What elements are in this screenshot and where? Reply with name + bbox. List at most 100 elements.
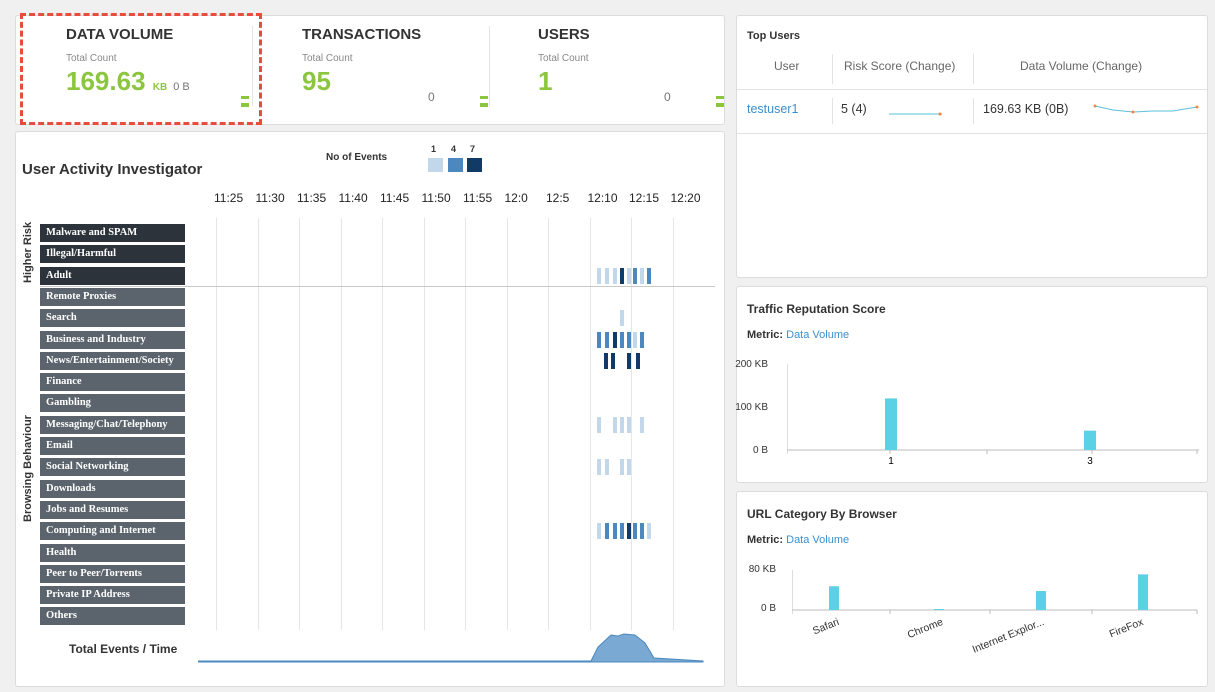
time-label: 11:35 — [297, 191, 327, 205]
category-label[interactable]: Search — [40, 309, 185, 328]
legend-value: 1 — [431, 144, 437, 154]
time-label: 11:55 — [463, 191, 493, 205]
category-label[interactable]: Adult — [40, 266, 185, 285]
risk-sparkline — [889, 112, 942, 116]
kpi-users[interactable]: USERS Total Count 1 0 — [538, 16, 728, 126]
kpi-change: 0 — [428, 90, 435, 104]
column-header-risk[interactable]: Risk Score (Change) — [844, 59, 955, 73]
category-label[interactable]: Email — [40, 437, 185, 455]
kpi-subtitle: Total Count — [538, 53, 589, 64]
metric-value[interactable]: Data Volume — [786, 534, 849, 546]
event-mark[interactable] — [633, 331, 637, 348]
event-mark[interactable] — [613, 416, 617, 433]
event-mark[interactable] — [597, 331, 601, 348]
event-mark[interactable] — [627, 416, 631, 433]
sparkline-icon — [716, 86, 724, 108]
event-mark[interactable] — [605, 331, 609, 348]
kpi-title: USERS — [538, 26, 590, 43]
event-mark[interactable] — [620, 523, 624, 540]
top-users-panel: Top Users User Risk Score (Change) Data … — [736, 15, 1208, 278]
event-mark[interactable] — [640, 523, 644, 540]
event-mark[interactable] — [640, 416, 644, 433]
kpi-title: TRANSACTIONS — [302, 26, 422, 43]
event-mark[interactable] — [636, 352, 640, 369]
user-link[interactable]: testuser1 — [747, 102, 798, 116]
legend-value: 7 — [470, 144, 476, 154]
event-mark[interactable] — [605, 523, 609, 540]
category-label[interactable]: Others — [40, 607, 185, 626]
event-mark[interactable] — [597, 267, 601, 284]
bar-3[interactable] — [1084, 430, 1096, 450]
y-tick: 200 KB — [735, 359, 768, 370]
category-label[interactable]: Social Networking — [40, 458, 185, 477]
metric-selector[interactable]: Metric: Data Volume — [747, 329, 849, 341]
event-mark[interactable] — [620, 331, 624, 348]
event-mark[interactable] — [633, 523, 637, 540]
event-mark[interactable] — [613, 523, 617, 540]
event-mark[interactable] — [627, 331, 631, 348]
event-mark[interactable] — [620, 267, 624, 284]
total-events-area — [198, 633, 704, 663]
event-mark[interactable] — [640, 331, 644, 348]
time-label: 12:5 — [546, 191, 570, 205]
category-label[interactable]: Illegal/Harmful — [40, 245, 185, 264]
category-label[interactable]: News/Entertainment/Society — [40, 351, 185, 370]
event-mark[interactable] — [633, 267, 637, 284]
event-mark[interactable] — [647, 523, 651, 540]
event-mark[interactable] — [613, 267, 617, 284]
event-mark[interactable] — [611, 352, 615, 369]
event-mark[interactable] — [620, 416, 624, 433]
header-divider — [973, 54, 974, 84]
bar-internet-explor-[interactable] — [1036, 591, 1046, 610]
metric-label: Metric: — [747, 534, 784, 546]
metric-selector[interactable]: Metric: Data Volume — [747, 534, 849, 546]
event-mark[interactable] — [627, 267, 631, 284]
event-mark[interactable] — [605, 459, 609, 476]
kpi-divider — [489, 26, 490, 106]
time-label: 12:20 — [670, 191, 701, 205]
bar-safari[interactable] — [829, 586, 839, 610]
time-label: 11:50 — [421, 191, 451, 205]
category-label[interactable]: Gambling — [40, 394, 185, 413]
bar-1[interactable] — [885, 398, 897, 450]
time-label: 11:45 — [380, 191, 410, 205]
category-label[interactable]: Finance — [40, 373, 185, 392]
column-header-user[interactable]: User — [774, 59, 799, 73]
event-mark[interactable] — [597, 416, 601, 433]
y-tick: 100 KB — [735, 402, 768, 413]
event-mark[interactable] — [613, 331, 617, 348]
event-mark[interactable] — [640, 267, 644, 284]
metric-value[interactable]: Data Volume — [786, 329, 849, 341]
event-mark[interactable] — [627, 352, 631, 369]
event-mark[interactable] — [620, 310, 624, 327]
category-label[interactable]: Peer to Peer/Torrents — [40, 564, 185, 583]
traffic-reputation-panel: Traffic Reputation Score Metric: Data Vo… — [735, 286, 1208, 483]
event-mark[interactable] — [620, 459, 624, 476]
event-mark[interactable] — [647, 267, 651, 284]
legend-swatch — [428, 158, 443, 172]
category-label[interactable]: Messaging/Chat/Telephony — [40, 415, 185, 434]
event-mark[interactable] — [604, 352, 608, 369]
event-mark[interactable] — [605, 267, 609, 284]
category-label[interactable]: Private IP Address — [40, 586, 185, 605]
url-browser-bar-chart — [792, 570, 1198, 614]
category-label[interactable]: Jobs and Resumes — [40, 500, 185, 519]
activity-title: User Activity Investigator — [22, 161, 203, 178]
kpi-transactions[interactable]: TRANSACTIONS Total Count 95 0 — [302, 16, 492, 126]
category-label[interactable]: Health — [40, 543, 185, 562]
event-mark[interactable] — [597, 459, 601, 476]
category-label[interactable]: Downloads — [40, 479, 185, 498]
event-mark[interactable] — [627, 459, 631, 476]
event-mark[interactable] — [627, 523, 631, 540]
category-label[interactable]: Remote Proxies — [40, 287, 185, 306]
event-mark[interactable] — [597, 523, 601, 540]
legend-value: 4 — [451, 144, 457, 154]
gridline — [465, 218, 466, 630]
column-header-volume[interactable]: Data Volume (Change) — [1020, 59, 1142, 73]
category-label[interactable]: Malware and SPAM — [40, 224, 185, 242]
gridline — [216, 218, 217, 630]
bar-chrome[interactable] — [934, 609, 944, 610]
category-label[interactable]: Computing and Internet — [40, 522, 185, 541]
category-label[interactable]: Business and Industry — [40, 330, 185, 349]
bar-firefox[interactable] — [1138, 574, 1148, 610]
